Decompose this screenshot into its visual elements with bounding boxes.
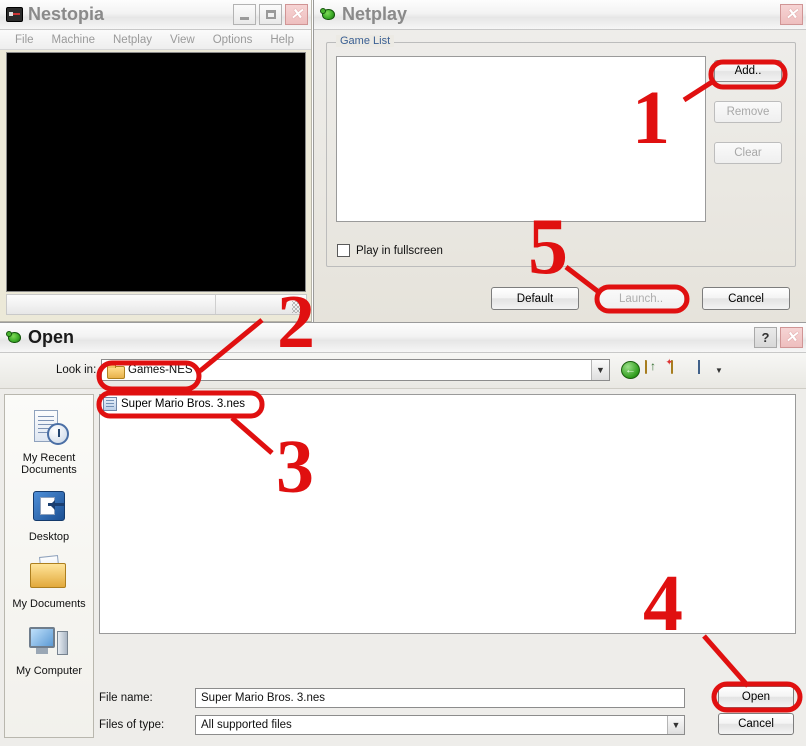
up-one-level-icon[interactable]	[645, 360, 647, 374]
nes-controller-icon	[6, 7, 23, 22]
launch-button: Launch..	[597, 287, 685, 310]
open-cancel-button[interactable]: Cancel	[718, 713, 794, 735]
netplay-close-button[interactable]: ✕	[780, 4, 803, 25]
filename-label: File name:	[99, 692, 153, 704]
lookin-label: Look in:	[56, 364, 97, 376]
help-button[interactable]: ?	[754, 327, 777, 348]
file-name-label: Super Mario Bros. 3.nes	[121, 398, 246, 410]
default-button[interactable]: Default	[491, 287, 579, 310]
maximize-button[interactable]	[259, 4, 282, 25]
place-label-computer: My Computer	[15, 665, 83, 677]
emulator-screen[interactable]	[6, 52, 306, 292]
lookin-row: Look in: Games-NES ▼ ← ▼	[0, 353, 806, 389]
netplay-dialog: Netplay ✕ Game List Play in fullscreen A…	[313, 0, 806, 322]
back-icon[interactable]: ←	[621, 361, 640, 379]
nestopia-window-buttons: ✕	[233, 4, 308, 25]
netplay-window-buttons: ✕	[780, 4, 803, 25]
place-my-recent-documents[interactable]: My Recent Documents	[5, 405, 93, 482]
game-list-label: Game List	[336, 35, 395, 47]
desktop-icon	[28, 488, 70, 528]
play-in-fullscreen-row[interactable]: Play in fullscreen	[337, 244, 443, 257]
my-computer-icon	[28, 622, 70, 662]
filetype-row: Files of type: All supported files ▼	[99, 715, 685, 735]
place-my-documents[interactable]: My Documents	[5, 551, 93, 616]
filetype-label: Files of type:	[99, 719, 165, 731]
place-my-computer[interactable]: My Computer	[5, 618, 93, 683]
play-in-fullscreen-label: Play in fullscreen	[356, 244, 443, 257]
place-label-recent: My Recent Documents	[21, 452, 77, 476]
place-desktop[interactable]: Desktop	[5, 484, 93, 549]
views-dropdown-caret[interactable]: ▼	[715, 366, 723, 375]
menu-item-view[interactable]: View	[161, 32, 204, 48]
filetype-combobox[interactable]: All supported files ▼	[195, 715, 685, 735]
filename-row: File name: Super Mario Bros. 3.nes	[99, 688, 685, 708]
file-list-pane[interactable]: Super Mario Bros. 3.nes	[99, 394, 796, 634]
netplay-title: Netplay	[342, 4, 408, 24]
netplay-titlebar[interactable]: Netplay ✕	[314, 0, 806, 30]
recent-documents-icon	[28, 409, 70, 449]
menu-item-file[interactable]: File	[6, 32, 43, 48]
place-label-desktop: Desktop	[28, 531, 70, 543]
open-titlebar[interactable]: Open ? ✕	[0, 323, 806, 353]
nestopia-titlebar[interactable]: Nestopia ✕	[0, 0, 311, 30]
netplay-body: Game List Play in fullscreen Add.. Remov…	[314, 30, 806, 322]
open-window-buttons: ? ✕	[754, 327, 803, 348]
netplay-cancel-button[interactable]: Cancel	[702, 287, 790, 310]
menu-item-netplay[interactable]: Netplay	[104, 32, 161, 48]
minimize-button[interactable]	[233, 4, 256, 25]
close-button[interactable]: ✕	[285, 4, 308, 25]
lookin-dropdown-arrow[interactable]: ▼	[591, 360, 609, 380]
open-close-button[interactable]: ✕	[780, 327, 803, 348]
nestopia-window: Nestopia ✕ File Machine Netplay View Opt…	[0, 0, 312, 322]
game-list-box[interactable]	[336, 56, 706, 222]
turtle-icon	[6, 330, 23, 345]
open-body: Look in: Games-NES ▼ ← ▼ My Rece	[0, 353, 806, 746]
menu-item-options[interactable]: Options	[204, 32, 262, 48]
turtle-icon	[320, 7, 337, 22]
menu-item-help[interactable]: Help	[261, 32, 303, 48]
filetype-dropdown-arrow[interactable]: ▼	[667, 716, 684, 734]
nestopia-title: Nestopia	[28, 4, 105, 24]
views-icon[interactable]	[698, 360, 700, 374]
lookin-value: Games-NES	[128, 364, 193, 376]
statusbar-pane-secondary	[216, 295, 306, 314]
folder-icon	[107, 363, 125, 379]
resize-grip-icon[interactable]	[292, 301, 304, 313]
nestopia-menubar: File Machine Netplay View Options Help	[0, 30, 311, 50]
new-folder-icon[interactable]	[671, 360, 673, 374]
add-button[interactable]: Add..	[714, 60, 782, 82]
menu-item-machine[interactable]: Machine	[43, 32, 104, 48]
place-label-documents: My Documents	[12, 598, 86, 610]
places-bar: My Recent Documents Desktop My Documents	[4, 394, 94, 738]
filetype-value: All supported files	[201, 719, 292, 731]
filename-input[interactable]: Super Mario Bros. 3.nes	[195, 688, 685, 708]
remove-button: Remove	[714, 101, 782, 123]
screenshot-root: Nestopia ✕ File Machine Netplay View Opt…	[0, 0, 806, 746]
list-item[interactable]: Super Mario Bros. 3.nes	[100, 395, 248, 413]
open-title: Open	[28, 327, 75, 347]
my-documents-icon	[28, 555, 70, 595]
nestopia-statusbar	[6, 294, 307, 315]
play-in-fullscreen-checkbox[interactable]	[337, 244, 350, 257]
open-button[interactable]: Open	[718, 686, 794, 708]
nes-rom-file-icon	[103, 397, 117, 411]
clear-button: Clear	[714, 142, 782, 164]
open-dialog: Open ? ✕ Look in: Games-NES ▼ ← ▼	[0, 322, 806, 746]
lookin-combobox[interactable]: Games-NES ▼	[101, 359, 610, 381]
statusbar-pane-main	[7, 295, 216, 314]
